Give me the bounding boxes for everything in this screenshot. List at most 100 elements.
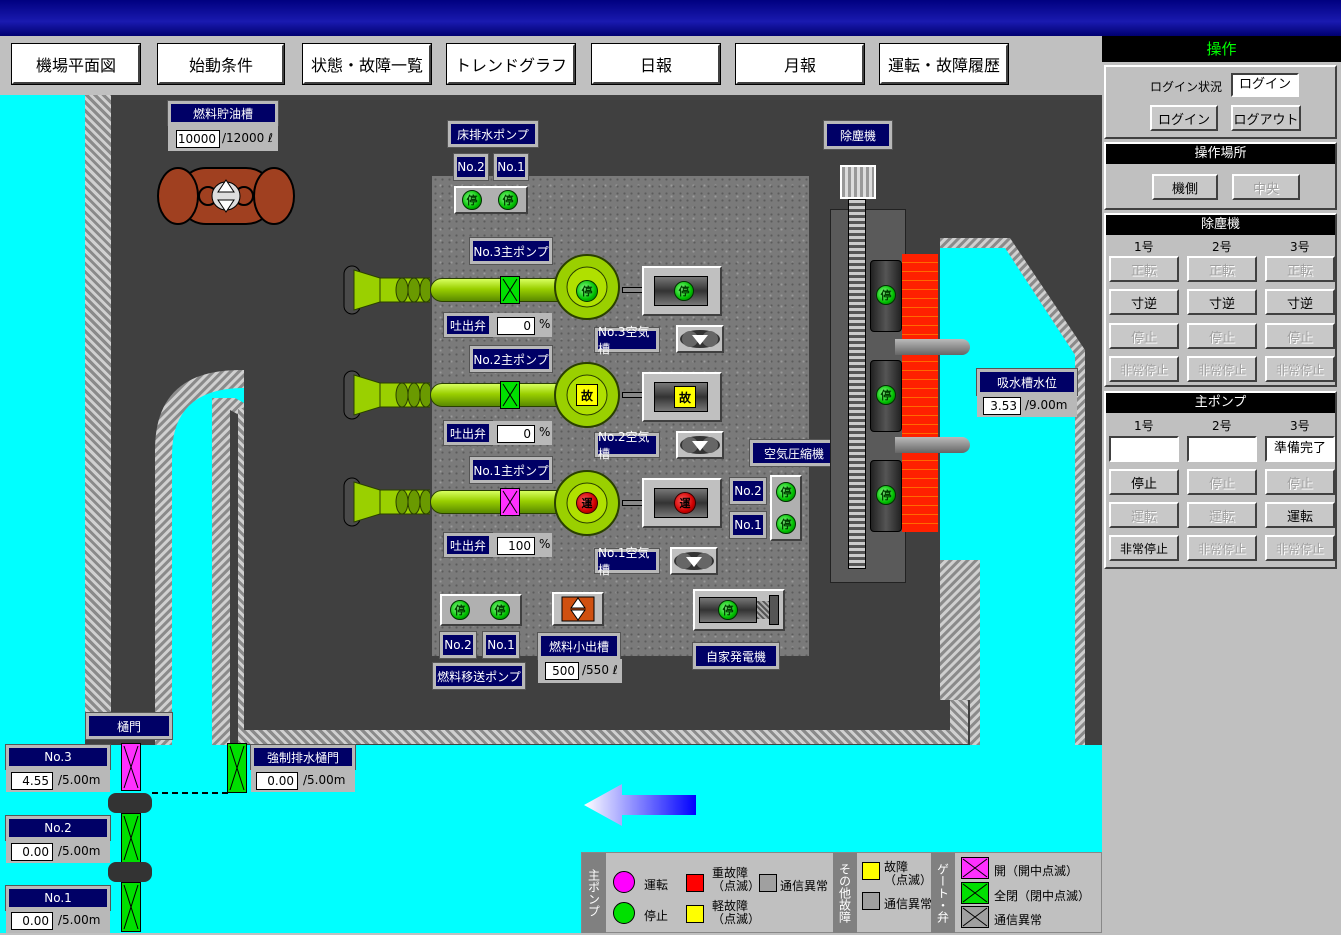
dust2-inch-reverse-button[interactable]: 寸逆	[1187, 289, 1257, 315]
pump1-valve-icon[interactable]	[500, 488, 520, 516]
dust2-stop-button[interactable]: 停止	[1187, 323, 1257, 349]
fuel-transfer-no1-label: No.1	[483, 632, 519, 658]
pump2-valve-value: 0	[497, 425, 535, 443]
gate2-label: No.2	[6, 816, 110, 840]
dust3-inch-reverse-button[interactable]: 寸逆	[1265, 289, 1335, 315]
pump2-valve-label: 吐出弁	[444, 421, 492, 445]
compressor-label: 空気圧縮機	[750, 440, 838, 466]
pump1-valve-value: 100	[497, 537, 535, 555]
pump1-emergency-stop-button[interactable]: 非常停止	[1109, 535, 1179, 561]
pump3-air-tank-icon[interactable]	[676, 325, 724, 353]
gate1-icon[interactable]	[121, 882, 141, 932]
nav-monthly-report[interactable]: 月報	[736, 44, 864, 84]
logout-button[interactable]: ログアウト	[1231, 105, 1301, 131]
nav-status-fault-list[interactable]: 状態・故障一覧	[303, 44, 431, 84]
dust3-stop-button[interactable]: 停止	[1265, 323, 1335, 349]
dust-screen	[902, 254, 938, 532]
floor-pump-no2-label: No.2	[454, 154, 488, 180]
gate2-icon[interactable]	[121, 813, 141, 863]
op-place-central-button[interactable]: 中央	[1232, 174, 1300, 200]
pump1-motor[interactable]: 運	[642, 478, 722, 528]
dust2-emergency-stop-button[interactable]: 非常停止	[1187, 356, 1257, 382]
pump1-stop-button[interactable]: 停止	[1109, 469, 1179, 495]
fuel-small-tank-icon[interactable]	[552, 592, 604, 626]
fuel-small-tank-label: 燃料小出槽	[538, 633, 620, 659]
gate3-value: 4.55	[11, 772, 53, 790]
nav-start-conditions[interactable]: 始動条件	[158, 44, 284, 84]
pump1-status-indicator[interactable]: 運	[576, 492, 598, 514]
gate-label: 樋門	[86, 713, 172, 739]
compressor-no1-label: No.1	[730, 512, 766, 538]
operation-place-section: 操作場所	[1104, 142, 1337, 210]
pump2-bellmouth-icon	[343, 370, 430, 420]
compressor-no2-indicator[interactable]: 停	[776, 482, 796, 502]
pump2-air-tank-label: No.2空気槽	[595, 430, 659, 461]
nav-history[interactable]: 運転・故障履歴	[880, 44, 1008, 84]
generator-icon[interactable]: 停	[693, 589, 785, 631]
dust1-inch-reverse-button[interactable]: 寸逆	[1109, 289, 1179, 315]
pump2-stop-button[interactable]: 停止	[1187, 469, 1257, 495]
dust-remover-1-icon[interactable]: 停	[870, 460, 902, 532]
pump2-air-tank-icon[interactable]	[676, 431, 724, 459]
dust-remover-rake	[848, 199, 866, 569]
login-status-value: ログイン	[1231, 73, 1299, 97]
pump3-valve-value: 0	[497, 317, 535, 335]
login-button[interactable]: ログイン	[1150, 105, 1218, 131]
pump3-bellmouth-icon	[343, 265, 430, 315]
pump1-run-button[interactable]: 運転	[1109, 502, 1179, 528]
pump2-emergency-stop-button[interactable]: 非常停止	[1187, 535, 1257, 561]
dust3-forward-button[interactable]: 正転	[1265, 256, 1335, 282]
pump3-motor[interactable]: 停	[642, 266, 722, 316]
legend-light-fault-icon	[686, 905, 704, 923]
dust2-forward-button[interactable]: 正転	[1187, 256, 1257, 282]
pump2-valve-icon[interactable]	[500, 381, 520, 409]
pump2-label: No.2主ポンプ	[470, 346, 552, 372]
forced-gate-label: 強制排水樋門	[251, 745, 355, 769]
legend-open-icon	[961, 857, 989, 879]
floor-pump-label: 床排水ポンプ	[448, 121, 538, 147]
intake-level-label: 吸水槽水位	[977, 369, 1077, 395]
pump1-valve-label: 吐出弁	[444, 533, 492, 557]
nav-daily-report[interactable]: 日報	[592, 44, 720, 84]
op-place-local-button[interactable]: 機側	[1152, 174, 1218, 200]
floor-pump-no2-indicator[interactable]: 停	[462, 190, 482, 210]
floor-pump-no1-indicator[interactable]: 停	[498, 190, 518, 210]
legend-fault-icon	[862, 862, 880, 880]
floor-pump-no1-label: No.1	[494, 154, 528, 180]
pump3-status-box: 準備完了	[1265, 436, 1335, 462]
nav-trend-graph[interactable]: トレンドグラフ	[447, 44, 575, 84]
fuel-transfer-no2-indicator[interactable]: 停	[450, 600, 470, 620]
pump1-air-tank-icon[interactable]	[670, 547, 718, 575]
dust1-emergency-stop-button[interactable]: 非常停止	[1109, 356, 1179, 382]
pump3-run-button[interactable]: 運転	[1265, 502, 1335, 528]
gate3-label: No.3	[6, 745, 110, 769]
forced-gate-icon[interactable]	[227, 743, 247, 793]
pump3-emergency-stop-button[interactable]: 非常停止	[1265, 535, 1335, 561]
pump3-status-indicator[interactable]: 停	[576, 280, 598, 302]
fuel-tank-icon[interactable]	[156, 160, 296, 230]
gate1-label: No.1	[6, 886, 110, 910]
login-status-label: ログイン状況	[1150, 80, 1223, 94]
pump3-valve-icon[interactable]	[500, 276, 520, 304]
dust-remover-label: 除塵機	[824, 121, 892, 149]
fuel-tank-unit: /12000 ℓ	[222, 131, 273, 145]
legend-closed-icon	[961, 882, 989, 904]
pump1-label: No.1主ポンプ	[470, 457, 552, 483]
login-section	[1104, 65, 1337, 139]
dust1-forward-button[interactable]: 正転	[1109, 256, 1179, 282]
fuel-transfer-no2-label: No.2	[440, 632, 476, 658]
pump3-label: No.3主ポンプ	[470, 238, 552, 264]
dust-remover-3-icon[interactable]: 停	[870, 260, 902, 332]
pump2-motor[interactable]: 故	[642, 372, 722, 422]
pump3-stop-button[interactable]: 停止	[1265, 469, 1335, 495]
dust-remover-2-icon[interactable]: 停	[870, 360, 902, 432]
legend-stopped-icon	[613, 902, 635, 924]
dust1-stop-button[interactable]: 停止	[1109, 323, 1179, 349]
pump2-status-indicator[interactable]: 故	[576, 384, 598, 406]
gate3-icon[interactable]	[121, 743, 141, 791]
nav-plan-view[interactable]: 機場平面図	[12, 44, 140, 84]
compressor-no1-indicator[interactable]: 停	[776, 514, 796, 534]
fuel-transfer-no1-indicator[interactable]: 停	[490, 600, 510, 620]
pump2-run-button[interactable]: 運転	[1187, 502, 1257, 528]
dust3-emergency-stop-button[interactable]: 非常停止	[1265, 356, 1335, 382]
